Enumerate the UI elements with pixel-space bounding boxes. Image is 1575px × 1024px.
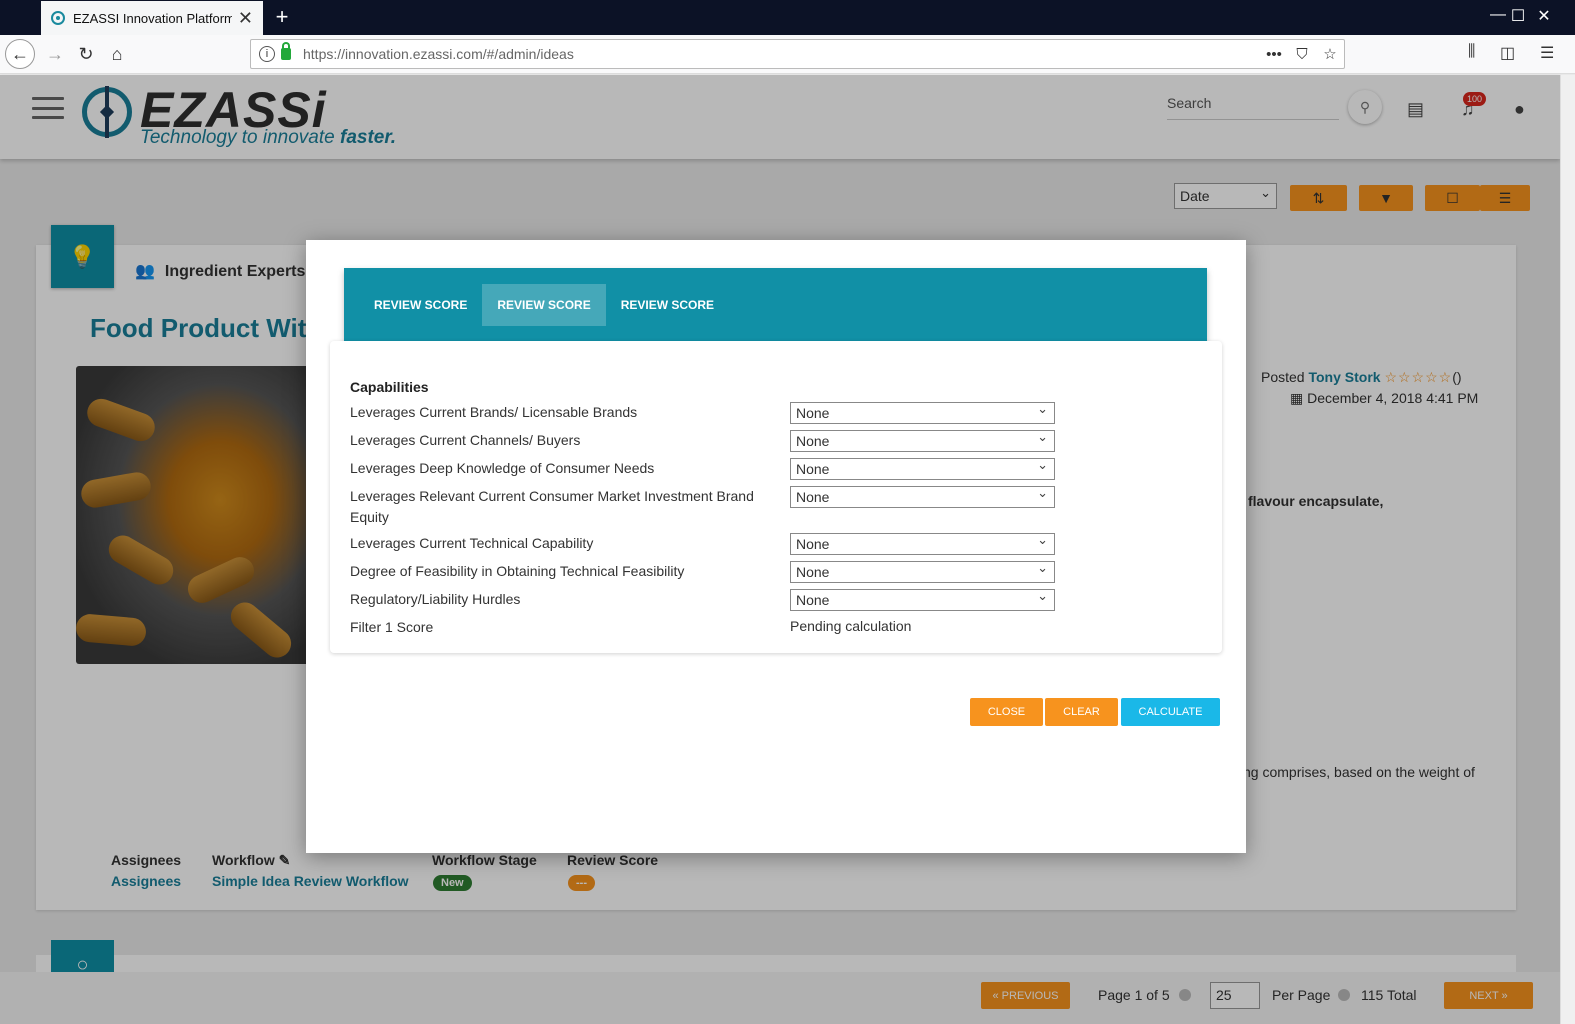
criterion-select[interactable]: None bbox=[790, 558, 1055, 583]
close-button[interactable]: CLOSE bbox=[970, 698, 1043, 726]
criterion-select[interactable]: None bbox=[790, 427, 1055, 452]
pocket-icon[interactable]: ⛉ bbox=[1288, 46, 1316, 63]
new-tab-button[interactable]: + bbox=[270, 4, 294, 30]
lock-icon bbox=[281, 42, 291, 60]
window-close-button[interactable]: ✕ bbox=[1524, 6, 1564, 26]
home-icon[interactable]: ⌂ bbox=[102, 39, 132, 69]
url-bar[interactable]: i https://innovation.ezassi.com/#/admin/… bbox=[250, 39, 1345, 69]
criteria-panel: Capabilities Leverages Current Brands/ L… bbox=[330, 341, 1222, 653]
sidebar-icon[interactable]: ◫ bbox=[1500, 43, 1515, 63]
criterion-select[interactable]: None bbox=[790, 455, 1055, 480]
page-scrollbar[interactable] bbox=[1560, 75, 1575, 1024]
section-title: Capabilities bbox=[350, 379, 429, 395]
menu-icon[interactable]: ☰ bbox=[1540, 43, 1554, 63]
criterion-label: Regulatory/Liability Hurdles bbox=[350, 591, 521, 607]
forward-arrow-icon[interactable]: → bbox=[40, 39, 70, 69]
back-arrow-icon[interactable]: ← bbox=[5, 39, 35, 69]
page-actions-icon[interactable]: ••• bbox=[1260, 46, 1288, 63]
criterion-label: Leverages Current Technical Capability bbox=[350, 535, 594, 551]
bookmark-star-icon[interactable]: ☆ bbox=[1316, 45, 1344, 63]
library-icon[interactable]: ⫼ bbox=[1468, 43, 1475, 61]
criterion-select[interactable]: None bbox=[790, 530, 1055, 555]
score-label: Filter 1 Score bbox=[350, 619, 434, 635]
url-text[interactable]: https://innovation.ezassi.com/#/admin/id… bbox=[303, 46, 1260, 62]
tab-review-score-1[interactable]: REVIEW SCORE bbox=[359, 284, 482, 326]
tab-review-score-2[interactable]: REVIEW SCORE bbox=[482, 283, 606, 326]
site-favicon-icon bbox=[51, 11, 65, 25]
tab-review-score-3[interactable]: REVIEW SCORE bbox=[606, 284, 729, 326]
score-value: Pending calculation bbox=[790, 618, 912, 634]
criterion-select[interactable]: None bbox=[790, 483, 1055, 508]
browser-tab[interactable]: EZASSI Innovation Platform ✕ bbox=[41, 1, 263, 35]
site-info-icon[interactable]: i bbox=[259, 46, 275, 62]
reload-icon[interactable]: ↻ bbox=[71, 39, 101, 69]
clear-button[interactable]: CLEAR bbox=[1045, 698, 1118, 726]
criterion-label: Leverages Relevant Current Consumer Mark… bbox=[350, 488, 754, 525]
browser-navbar: ← → ↻ ⌂ i https://innovation.ezassi.com/… bbox=[0, 35, 1575, 74]
browser-titlebar: EZASSI Innovation Platform ✕ + — ☐ ✕ bbox=[0, 0, 1575, 35]
criterion-label: Leverages Current Channels/ Buyers bbox=[350, 432, 581, 448]
tab-close-icon[interactable]: ✕ bbox=[238, 8, 253, 29]
criterion-label: Degree of Feasibility in Obtaining Techn… bbox=[350, 563, 685, 579]
modal-tab-bar: REVIEW SCORE REVIEW SCORE REVIEW SCORE bbox=[344, 268, 1207, 341]
criterion-select[interactable]: None bbox=[790, 399, 1055, 424]
tab-title: EZASSI Innovation Platform bbox=[73, 10, 232, 26]
calculate-button[interactable]: CALCULATE bbox=[1121, 698, 1220, 726]
criterion-select[interactable]: None bbox=[790, 586, 1055, 611]
review-score-modal: REVIEW SCORE REVIEW SCORE REVIEW SCORE C… bbox=[306, 240, 1246, 853]
criterion-label: Leverages Current Brands/ Licensable Bra… bbox=[350, 404, 638, 420]
criterion-label: Leverages Deep Knowledge of Consumer Nee… bbox=[350, 460, 655, 476]
